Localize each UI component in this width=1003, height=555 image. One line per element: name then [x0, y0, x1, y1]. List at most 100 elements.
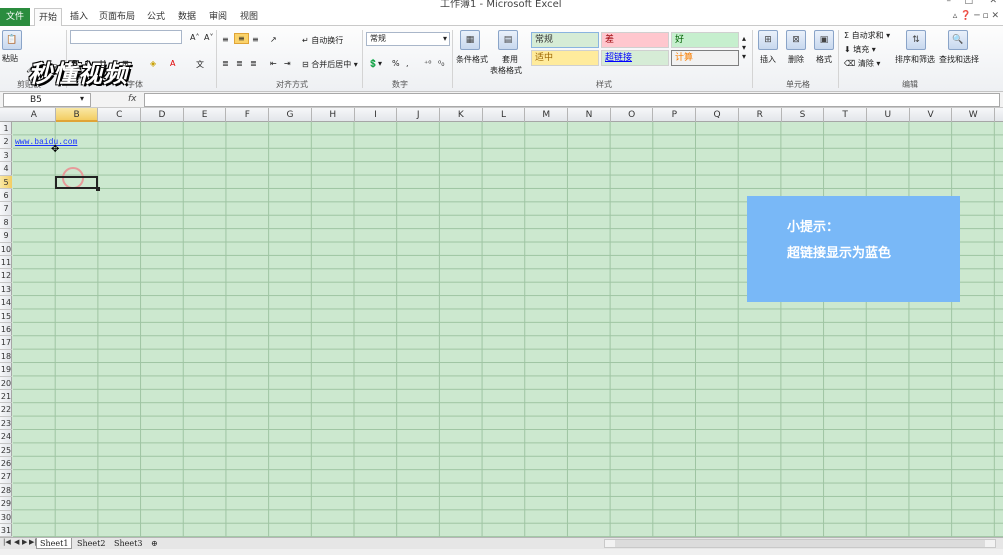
delete-cells-button[interactable]: 删除 — [788, 54, 804, 65]
active-cell-b5[interactable] — [55, 176, 100, 191]
column-header-q[interactable]: Q — [696, 108, 739, 122]
column-header-f[interactable]: F — [227, 108, 270, 122]
insert-function-icon[interactable]: fx — [128, 94, 137, 104]
orientation-icon[interactable]: ↗ — [270, 35, 277, 44]
column-header-v[interactable]: V — [910, 108, 953, 122]
sort-filter-icon[interactable]: ⇅ — [906, 30, 926, 50]
column-header-s[interactable]: S — [782, 108, 825, 122]
row-header-5[interactable]: 5 — [0, 175, 12, 189]
bold-button[interactable]: B — [72, 59, 78, 68]
comma-button[interactable]: , — [406, 59, 409, 68]
row-header-12[interactable]: 12 — [0, 269, 12, 283]
column-header-b[interactable]: B — [55, 108, 99, 122]
style-neutral[interactable]: 适中 — [531, 50, 599, 66]
column-header-l[interactable]: L — [483, 108, 526, 122]
autosum-button[interactable]: Σ 自动求和 ▾ — [844, 30, 890, 41]
row-header-7[interactable]: 7 — [0, 202, 12, 216]
row-header-13[interactable]: 13 — [0, 283, 12, 297]
styles-scroll-icon[interactable]: ▴ ▾ ▾ — [742, 34, 746, 61]
align-center-icon[interactable]: ≣ — [236, 59, 243, 68]
table-format-icon[interactable]: ▤ — [498, 30, 518, 50]
ribbon-window-controls[interactable]: ▵ ❓ ─ ▫ ✕ — [953, 11, 999, 21]
column-header-p[interactable]: P — [654, 108, 697, 122]
sheet-tab-3[interactable]: Sheet3 — [111, 538, 145, 549]
italic-button[interactable]: I — [86, 59, 88, 68]
font-name-select[interactable] — [70, 30, 182, 44]
sheet-tab-1[interactable]: Sheet1 — [36, 538, 73, 549]
row-header-20[interactable]: 20 — [0, 377, 12, 390]
column-header-g[interactable]: G — [269, 108, 312, 122]
fill-button[interactable]: ⬇ 填充 ▾ — [844, 44, 876, 55]
shrink-font-icon[interactable]: A˅ — [204, 33, 213, 42]
column-header-n[interactable]: N — [568, 108, 611, 122]
column-header-c[interactable]: C — [98, 108, 142, 122]
align-middle-icon[interactable]: ≡ — [234, 33, 249, 44]
fill-color-icon[interactable]: ◈ — [150, 59, 156, 68]
row-header-2[interactable]: 2 — [0, 135, 12, 149]
row-header-4[interactable]: 4 — [0, 162, 12, 176]
conditional-format-icon[interactable]: ▦ — [460, 30, 480, 50]
column-header-j[interactable]: J — [397, 108, 440, 122]
align-bottom-icon[interactable]: ≡ — [252, 35, 259, 44]
close-icon[interactable]: ✕ — [989, 0, 997, 6]
column-header-u[interactable]: U — [867, 108, 910, 122]
row-header-11[interactable]: 11 — [0, 256, 12, 270]
insert-cells-button[interactable]: 插入 — [760, 54, 776, 65]
sheet-tab-2[interactable]: Sheet2 — [74, 538, 108, 549]
paste-button[interactable]: 粘贴 — [2, 53, 18, 64]
row-header-15[interactable]: 15 — [0, 310, 12, 323]
cell-area[interactable] — [13, 122, 1003, 537]
decrease-decimal-icon[interactable]: ⁰₀ — [438, 59, 444, 68]
row-header-16[interactable]: 16 — [0, 323, 12, 337]
maximize-icon[interactable]: □ — [964, 0, 973, 6]
row-header-18[interactable]: 18 — [0, 350, 12, 364]
horizontal-scrollbar[interactable] — [604, 539, 996, 548]
row-header-28[interactable]: 28 — [0, 484, 12, 498]
sort-filter-button[interactable]: 排序和筛选 — [895, 54, 935, 65]
align-left-icon[interactable]: ≣ — [222, 59, 229, 68]
row-header-9[interactable]: 9 — [0, 229, 12, 243]
row-header-8[interactable]: 8 — [0, 216, 12, 230]
tab-review[interactable]: 审阅 — [204, 8, 232, 26]
column-header-t[interactable]: T — [824, 108, 867, 122]
row-header-3[interactable]: 3 — [0, 149, 12, 163]
row-header-31[interactable]: 31 — [0, 524, 12, 537]
prev-sheet-icon[interactable]: ◀ — [14, 538, 19, 546]
hyperlink-cell-a2[interactable]: www.baidu.com — [15, 138, 77, 147]
increase-decimal-icon[interactable]: ⁺⁰ — [424, 59, 431, 68]
paste-icon[interactable]: 📋 — [2, 30, 22, 50]
insert-cells-icon[interactable]: ⊞ — [758, 30, 778, 50]
clear-button[interactable]: ⌫ 清除 ▾ — [844, 58, 880, 69]
row-header-22[interactable]: 22 — [0, 403, 12, 417]
table-format-line2[interactable]: 表格格式 — [490, 65, 522, 76]
row-header-10[interactable]: 10 — [0, 243, 12, 256]
column-header-e[interactable]: E — [184, 108, 227, 122]
new-sheet-icon[interactable]: ⊕ — [148, 538, 161, 549]
style-hyperlink[interactable]: 超链接 — [601, 50, 669, 66]
increase-indent-icon[interactable]: ⇥ — [284, 59, 291, 68]
font-color-icon[interactable]: A — [170, 59, 175, 68]
table-format-line1[interactable]: 套用 — [502, 54, 518, 65]
currency-icon[interactable]: 💲▾ — [368, 59, 382, 68]
number-format-select[interactable]: 常规 ▾ — [366, 32, 450, 46]
align-top-icon[interactable]: ≡ — [222, 35, 229, 44]
next-sheet-icon[interactable]: ▶ — [22, 538, 27, 546]
row-header-29[interactable]: 29 — [0, 497, 12, 511]
column-header-r[interactable]: R — [739, 108, 782, 122]
name-box-dropdown-icon[interactable]: ▾ — [80, 94, 84, 103]
column-header-h[interactable]: H — [312, 108, 355, 122]
percent-button[interactable]: % — [392, 59, 400, 68]
tab-page-layout[interactable]: 页面布局 — [96, 8, 138, 26]
underline-button[interactable]: U — [100, 59, 106, 68]
row-header-26[interactable]: 26 — [0, 457, 12, 471]
row-header-6[interactable]: 6 — [0, 189, 12, 203]
row-header-1[interactable]: 1 — [0, 122, 12, 136]
tab-home[interactable]: 开始 — [34, 8, 62, 27]
phonetic-icon[interactable]: 文 — [196, 59, 204, 70]
format-cells-button[interactable]: 格式 — [816, 54, 832, 65]
row-header-30[interactable]: 30 — [0, 511, 12, 524]
row-header-19[interactable]: 19 — [0, 363, 12, 377]
style-bad[interactable]: 差 — [601, 32, 669, 48]
worksheet-grid[interactable]: ABCDEFGHIJKLMNOPQRSTUVW 1 2 3 4 5 6 7 8 9 10 11 12 1… — [0, 108, 1003, 537]
border-icon[interactable]: ⊞ — [122, 59, 129, 68]
